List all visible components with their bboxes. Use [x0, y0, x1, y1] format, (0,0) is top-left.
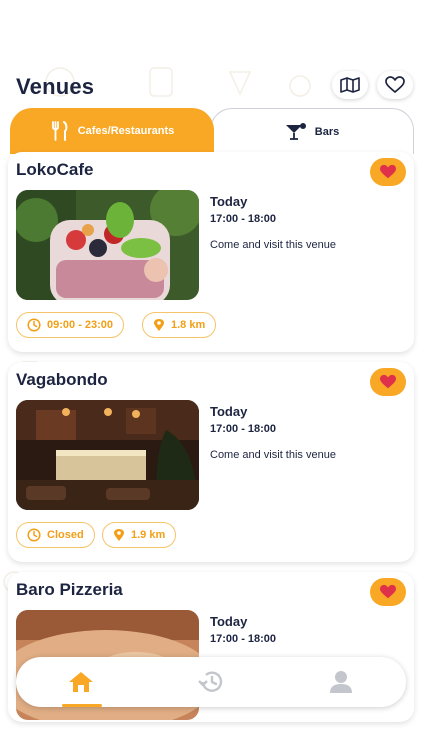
venue-event-info: Today 17:00 - 18:00	[210, 614, 276, 645]
tab-cafes-restaurants[interactable]: Cafes/Restaurants	[10, 108, 214, 154]
favorite-button[interactable]	[370, 578, 406, 606]
tab-cafes-restaurants-label: Cafes/Restaurants	[77, 125, 175, 137]
nav-history[interactable]	[196, 669, 226, 695]
heart-outline-icon	[385, 76, 405, 94]
favorite-button[interactable]	[370, 158, 406, 186]
event-time: 17:00 - 18:00	[210, 633, 277, 645]
history-icon	[198, 671, 223, 692]
category-tabs: Bars Cafes/Restaurants	[10, 108, 414, 154]
event-description: Come and visit this venue	[210, 449, 336, 461]
opening-hours: 09:00 - 23:00	[47, 319, 114, 331]
profile-icon	[330, 671, 352, 693]
venue-name: Vagabondo	[16, 370, 108, 389]
event-time: 17:00 - 18:00	[210, 423, 277, 435]
venue-event-info: Today 17:00 - 18:00 Come and visit this …	[210, 404, 336, 461]
distance-pill: 1.8 km	[142, 312, 217, 338]
bottom-navigation	[16, 657, 406, 707]
nav-profile[interactable]	[326, 669, 356, 695]
favorites-button[interactable]	[377, 71, 413, 99]
venue-card[interactable]: LokoCafe Today 17:00 - 18:00 Come and vi…	[8, 152, 414, 352]
heart-filled-icon	[380, 584, 396, 599]
tab-bars[interactable]: Bars	[210, 108, 414, 154]
map-icon	[340, 77, 360, 93]
page-title: Venues	[16, 74, 95, 99]
event-day: Today	[210, 194, 248, 209]
event-time: 17:00 - 18:00	[210, 213, 277, 225]
distance: 1.9 km	[131, 529, 166, 541]
clock-icon	[27, 528, 41, 542]
distance-pill: 1.9 km	[102, 522, 177, 548]
tab-bars-label: Bars	[314, 125, 340, 138]
venue-event-info: Today 17:00 - 18:00 Come and visit this …	[210, 194, 336, 251]
heart-filled-icon	[380, 374, 396, 389]
venue-card[interactable]: Vagabondo Today 17:00 - 18:00 Come and v…	[8, 362, 414, 562]
opening-hours: Closed	[47, 529, 84, 541]
venue-photo	[16, 190, 199, 300]
distance: 1.8 km	[171, 319, 206, 331]
location-pin-icon	[114, 529, 124, 541]
opening-hours-pill: Closed	[16, 522, 95, 548]
venue-photo	[16, 400, 199, 510]
heart-filled-icon	[380, 164, 396, 179]
location-pin-icon	[154, 319, 164, 331]
event-day: Today	[210, 404, 248, 419]
cocktail-icon	[285, 122, 306, 140]
map-button[interactable]	[332, 71, 368, 99]
favorite-button[interactable]	[370, 368, 406, 396]
event-day: Today	[210, 614, 248, 629]
nav-active-indicator	[62, 704, 102, 707]
fork-knife-icon	[51, 121, 68, 141]
event-description: Come and visit this venue	[210, 239, 336, 251]
nav-home[interactable]	[66, 669, 96, 695]
home-icon	[69, 672, 93, 692]
venue-name: Baro Pizzeria	[16, 580, 123, 599]
opening-hours-pill: 09:00 - 23:00	[16, 312, 125, 338]
venue-name: LokoCafe	[16, 160, 94, 179]
clock-icon	[27, 318, 41, 332]
